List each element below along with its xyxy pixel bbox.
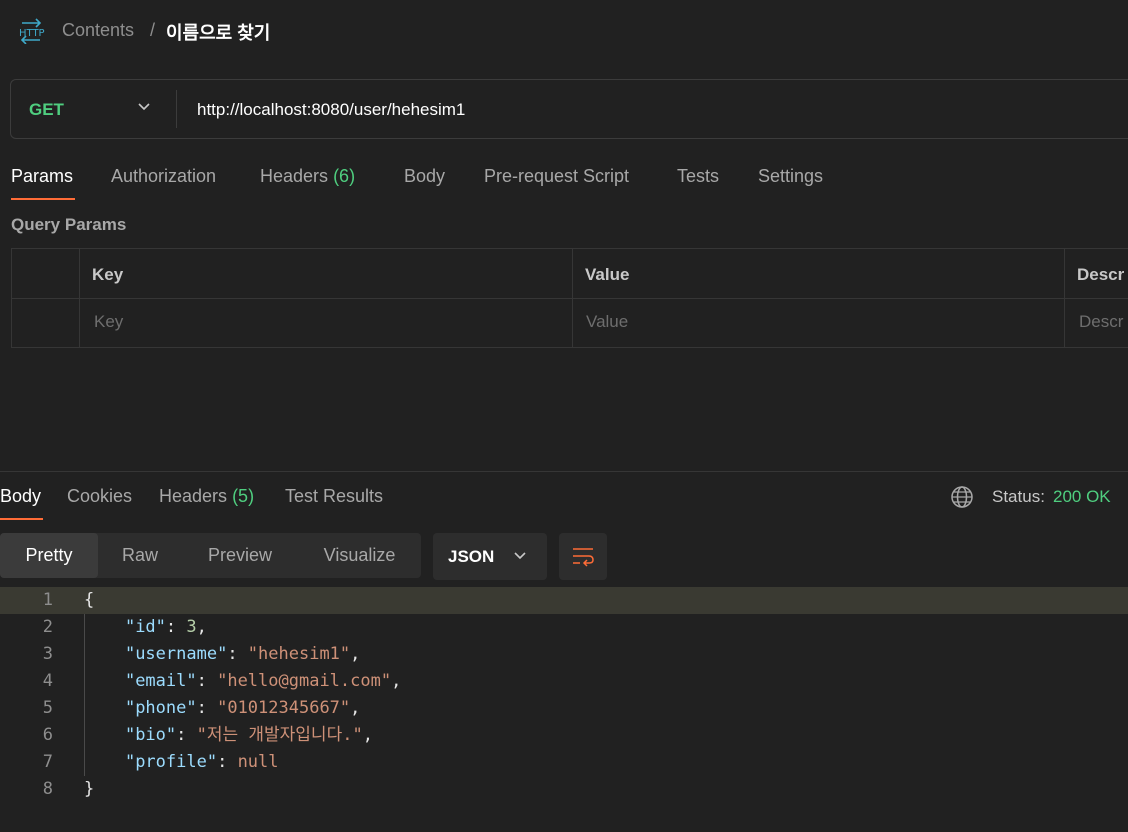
code-line: 1{ <box>0 587 1128 614</box>
view-raw[interactable]: Raw <box>98 533 182 578</box>
table-divider <box>12 298 1128 299</box>
query-params-table: Key Value Descr Key Value Descr <box>11 248 1128 348</box>
response-tab-test-results[interactable]: Test Results <box>285 486 383 507</box>
tab-label: Authorization <box>111 166 217 186</box>
code-text: } <box>84 779 95 799</box>
tab-label: Settings <box>758 166 824 186</box>
line-number: 6 <box>42 725 53 745</box>
response-tab-cookies[interactable]: Cookies <box>67 486 132 507</box>
breadcrumb-separator: / <box>150 20 156 40</box>
tab-label: Headers <box>260 166 329 186</box>
description-input[interactable]: Descr <box>1079 312 1123 332</box>
value-input[interactable]: Value <box>586 312 628 332</box>
code-text: { <box>84 590 95 610</box>
line-number: 7 <box>42 752 53 772</box>
response-body-code[interactable]: 1{2 "id": 3, 3 "username": "hehesim1", 4 "… <box>0 587 1128 803</box>
headers-count: (5) <box>232 486 255 506</box>
tab-label: Pre-request Script <box>484 166 630 186</box>
line-number: 3 <box>42 644 53 664</box>
code-line: 7 "profile": null <box>0 749 1128 776</box>
key-header: Key <box>92 265 124 284</box>
view-pretty[interactable]: Pretty <box>0 533 98 578</box>
tab-tests[interactable]: Tests <box>677 166 719 187</box>
code-line: 2 "id": 3, <box>0 614 1128 641</box>
tab-pre-request-script[interactable]: Pre-request Script <box>484 166 629 187</box>
line-number: 8 <box>42 779 53 799</box>
code-text: "id": 3, <box>124 617 207 637</box>
code-text: "email": "hello@gmail.com", <box>124 671 402 691</box>
line-number: 4 <box>42 671 53 691</box>
method-select[interactable]: GET <box>29 100 64 120</box>
status-value[interactable]: 200 OK <box>1053 487 1111 507</box>
active-response-tab-indicator <box>0 518 43 520</box>
tab-label: Cookies <box>67 486 133 506</box>
line-number: 2 <box>42 617 53 637</box>
description-header: Descr <box>1077 265 1125 284</box>
response-tab-headers[interactable]: Headers (5) <box>159 486 254 507</box>
tab-label: Params <box>11 166 74 186</box>
chevron-down-icon[interactable] <box>137 100 151 114</box>
code-line: 5 "phone": "01012345667", <box>0 695 1128 722</box>
key-input[interactable]: Key <box>94 312 123 332</box>
response-divider[interactable] <box>0 471 1128 472</box>
tab-label: Test Results <box>285 486 384 506</box>
indent-guide <box>84 614 85 776</box>
tab-label: Tests <box>677 166 720 186</box>
wrap-icon <box>573 548 594 567</box>
url-bar: GET http://localhost:8080/user/hehesim1 <box>10 79 1128 139</box>
code-text: "username": "hehesim1", <box>124 644 361 664</box>
code-text: "bio": "저는 개발자입니다.", <box>124 725 373 745</box>
view-visualize[interactable]: Visualize <box>298 533 421 578</box>
tab-label: Body <box>404 166 446 186</box>
tab-label: Body <box>0 486 42 506</box>
format-select[interactable]: JSON <box>433 533 547 580</box>
code-line: 6 "bio": "저는 개발자입니다.", <box>0 722 1128 749</box>
status-label: Status: <box>992 487 1045 506</box>
line-number: 5 <box>42 698 53 718</box>
headers-count: (6) <box>333 166 356 186</box>
format-label: JSON <box>448 547 495 566</box>
code-line: 8} <box>0 776 1128 803</box>
code-text: "phone": "01012345667", <box>124 698 361 718</box>
view-mode-selector: Pretty Raw Preview Visualize <box>0 533 421 578</box>
value-header: Value <box>585 265 630 284</box>
tab-params[interactable]: Params <box>11 166 73 187</box>
view-preview[interactable]: Preview <box>182 533 298 578</box>
tab-authorization[interactable]: Authorization <box>111 166 216 187</box>
code-line: 3 "username": "hehesim1", <box>0 641 1128 668</box>
http-icon: HTTP <box>19 18 45 44</box>
url-divider <box>176 90 177 128</box>
globe-icon[interactable] <box>950 485 974 509</box>
tab-settings[interactable]: Settings <box>758 166 823 187</box>
url-input[interactable]: http://localhost:8080/user/hehesim1 <box>197 100 465 120</box>
code-text: "profile": null <box>124 752 279 772</box>
query-params-title: Query Params <box>11 215 127 234</box>
svg-text:HTTP: HTTP <box>19 28 45 39</box>
request-name[interactable]: 이름으로 찾기 <box>166 19 270 45</box>
tab-body[interactable]: Body <box>404 166 445 187</box>
wrap-lines-button[interactable] <box>559 533 607 580</box>
chevron-down-icon <box>514 552 526 560</box>
tab-label: Headers <box>159 486 228 506</box>
response-tab-body[interactable]: Body <box>0 486 41 507</box>
line-number: 1 <box>42 590 53 610</box>
active-tab-indicator <box>11 198 75 200</box>
code-line: 4 "email": "hello@gmail.com", <box>0 668 1128 695</box>
breadcrumb-parent[interactable]: Contents <box>62 20 134 41</box>
tab-headers[interactable]: Headers (6) <box>260 166 355 187</box>
